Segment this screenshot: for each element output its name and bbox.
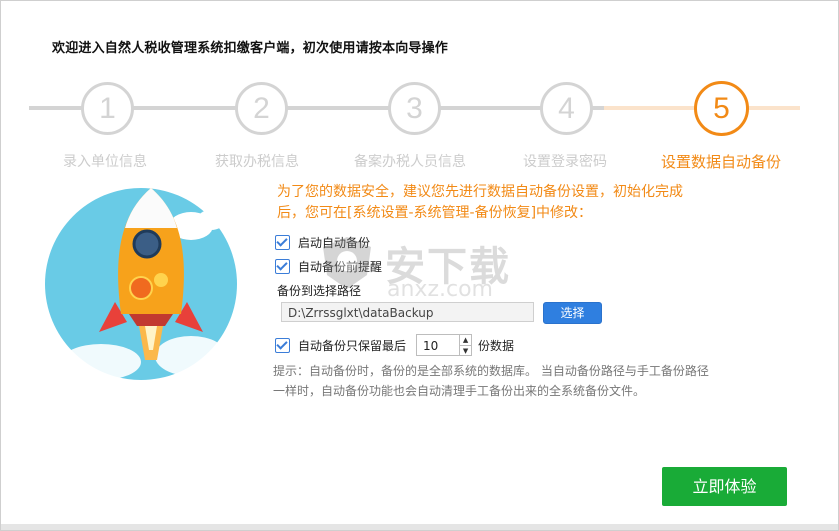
keep-last-checkbox[interactable] <box>275 337 290 353</box>
window-bottom-edge <box>1 524 838 530</box>
step-4-circle: 4 <box>540 82 593 135</box>
step-4-label: 设置登录密码 <box>523 154 607 170</box>
auto-backup-checkbox[interactable] <box>275 235 290 250</box>
welcome-message: 欢迎进入自然人税收管理系统扣缴客户端，初次使用请按本向导操作 <box>52 41 449 56</box>
step-2-label: 获取办税信息 <box>215 154 299 170</box>
step-5-label: 设置数据自动备份 <box>661 153 782 171</box>
backup-path-field[interactable]: D:\Zrrssglxt\dataBackup <box>281 302 534 322</box>
step-2-circle: 2 <box>235 82 288 135</box>
keep-last-unit: 份数据 <box>478 338 515 353</box>
keep-last-label: 自动备份只保留最后 <box>298 338 407 353</box>
wizard-window: 欢迎进入自然人税收管理系统扣缴客户端，初次使用请按本向导操作 1 2 3 4 5… <box>0 0 839 531</box>
start-now-button[interactable]: 立即体验 <box>662 467 787 506</box>
step-5-circle: 5 <box>694 81 749 136</box>
select-path-button[interactable]: 选择 <box>543 302 602 324</box>
increment-arrow-icon[interactable]: ▲ <box>460 335 472 346</box>
step-1-circle: 1 <box>81 82 134 135</box>
step-3-circle: 3 <box>388 82 441 135</box>
backup-hint: 提示：自动备份时，备份的是全部系统的数据库。 当自动备份路径与手工备份路径一样时… <box>273 364 709 398</box>
decrement-arrow-icon[interactable]: ▼ <box>460 346 471 356</box>
step-1-label: 录入单位信息 <box>63 154 147 170</box>
keep-last-count-input[interactable]: 10 <box>416 334 461 356</box>
site-watermark: 安下载 anxz.com <box>317 233 511 302</box>
rocket-illustration <box>45 188 237 380</box>
watermark-domain: anxz.com <box>387 277 493 302</box>
keep-last-stepper[interactable]: 10 ▲ ▼ <box>416 334 473 356</box>
keep-last-option: 自动备份只保留最后 10 ▲ ▼ 份数据 <box>275 334 514 356</box>
stepper-arrows[interactable]: ▲ ▼ <box>460 334 473 356</box>
shield-logo-icon <box>323 237 371 289</box>
backup-notice: 为了您的数据安全，建议您先进行数据自动备份设置，初始化完成后，您可在[系统设置-… <box>277 184 683 221</box>
pre-backup-reminder-checkbox[interactable] <box>275 259 290 274</box>
step-3-label: 备案办税人员信息 <box>354 154 466 170</box>
